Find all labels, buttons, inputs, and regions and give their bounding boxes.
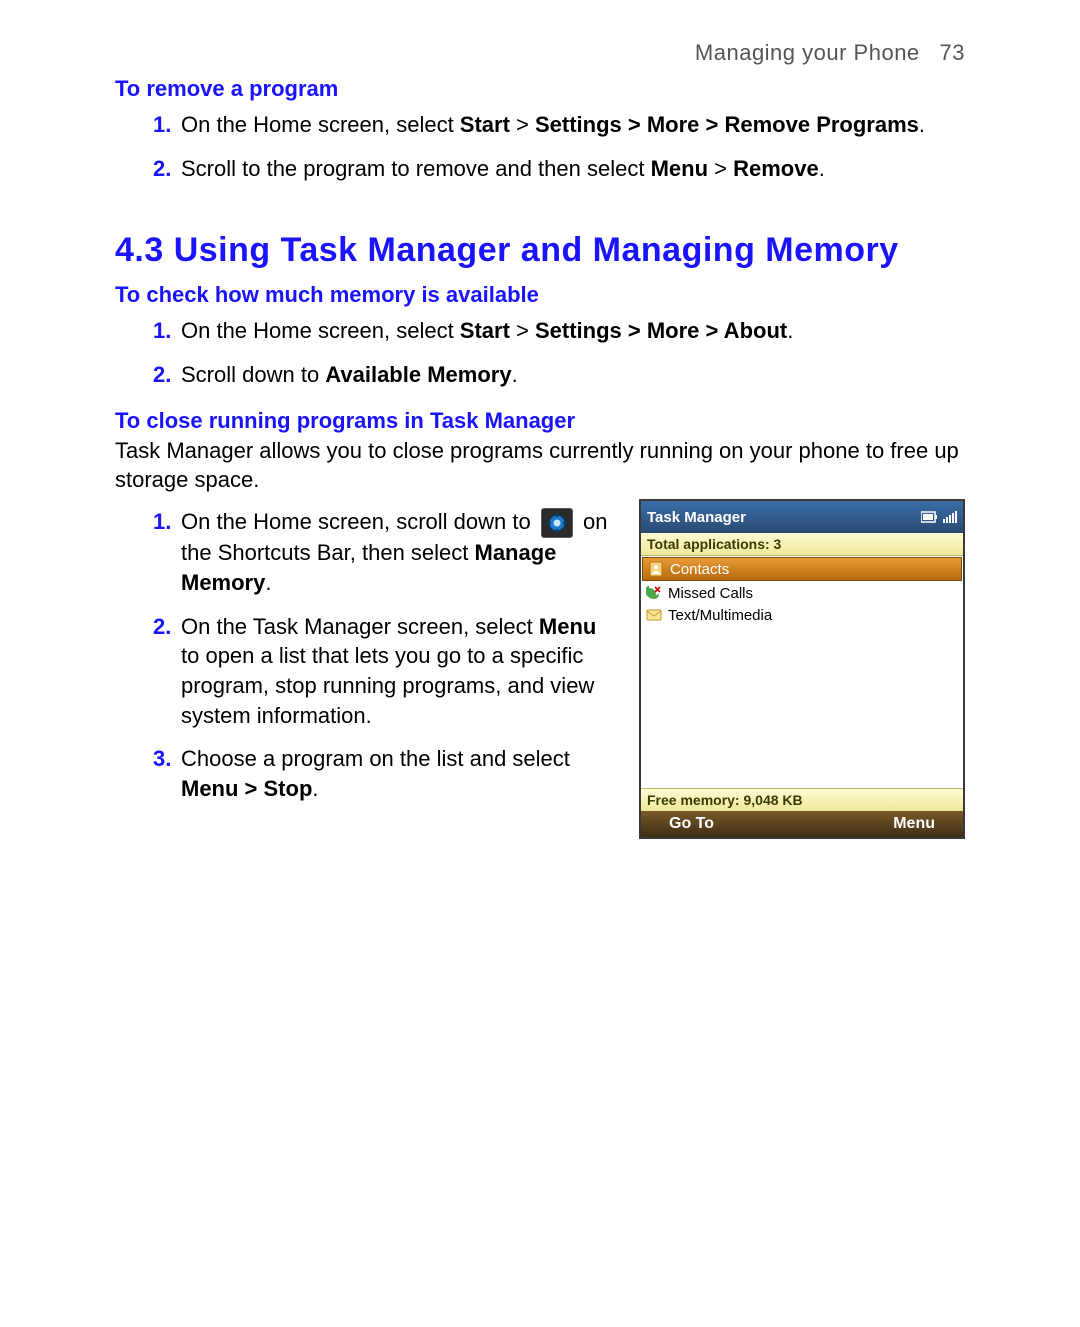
list-item: 3. Choose a program on the list and sele… <box>153 744 617 803</box>
missed-calls-icon <box>645 584 663 602</box>
step-number: 2. <box>153 154 181 184</box>
steps-remove-program: 1. On the Home screen, select Start > Se… <box>115 110 965 183</box>
subheading-remove-program: To remove a program <box>115 76 965 102</box>
phone-app-list: Contacts Missed Calls Text/Multimedia <box>641 556 963 788</box>
battery-icon <box>921 511 939 523</box>
phone-title-bar: Task Manager <box>641 501 963 533</box>
message-icon <box>645 606 663 624</box>
step-text: On the Home screen, scroll down to on th… <box>181 507 617 598</box>
step-number: 2. <box>153 360 181 390</box>
page-number: 73 <box>940 40 965 65</box>
heading-4-3: 4.3 Using Task Manager and Managing Memo… <box>115 231 965 270</box>
steps-close-programs: 1. On the Home screen, scroll down to <box>115 499 617 822</box>
phone-softkey-right[interactable]: Menu <box>893 815 935 833</box>
steps-check-memory: 1. On the Home screen, select Start > Se… <box>115 316 965 389</box>
phone-total-apps: Total applications: 3 <box>641 533 963 556</box>
phone-softkeys: Go To Menu <box>641 811 963 837</box>
subheading-check-memory: To check how much memory is available <box>115 282 965 308</box>
phone-title-text: Task Manager <box>647 509 746 526</box>
step-text: On the Task Manager screen, select Menu … <box>181 612 617 731</box>
screenshot-task-manager: Task Manager Total applications: 3 Conta… <box>639 499 965 839</box>
phone-status-icons <box>921 511 957 523</box>
paragraph-explain: Task Manager allows you to close program… <box>115 436 965 495</box>
phone-softkey-left[interactable]: Go To <box>669 815 714 833</box>
phone-app-item-selected[interactable]: Contacts <box>642 557 962 581</box>
step-number: 1. <box>153 316 181 346</box>
phone-app-item[interactable]: Text/Multimedia <box>641 604 963 626</box>
list-item: 1. On the Home screen, select Start > Se… <box>153 110 965 140</box>
step-text: On the Home screen, select Start > Setti… <box>181 110 965 140</box>
step-number: 2. <box>153 612 181 642</box>
step-text: Choose a program on the list and select … <box>181 744 617 803</box>
step-text: Scroll to the program to remove and then… <box>181 154 965 184</box>
step-number: 3. <box>153 744 181 774</box>
phone-app-label: Missed Calls <box>668 585 753 602</box>
step-text: On the Home screen, select Start > Setti… <box>181 316 965 346</box>
step-text: Scroll down to Available Memory. <box>181 360 965 390</box>
phone-app-item[interactable]: Missed Calls <box>641 582 963 604</box>
list-item: 1. On the Home screen, scroll down to <box>153 507 617 598</box>
list-item: 2. On the Task Manager screen, select Me… <box>153 612 617 731</box>
layout-row: 1. On the Home screen, scroll down to <box>115 499 965 839</box>
signal-icon <box>943 511 957 523</box>
subheading-close-programs: To close running programs in Task Manage… <box>115 408 965 434</box>
phone-free-memory: Free memory: 9,048 KB <box>641 788 963 811</box>
list-item: 2. Scroll to the program to remove and t… <box>153 154 965 184</box>
phone-app-label: Text/Multimedia <box>668 607 772 624</box>
step-number: 1. <box>153 507 181 537</box>
contacts-icon <box>647 560 665 578</box>
gear-icon <box>541 508 573 538</box>
running-header: Managing your Phone 73 <box>115 40 965 66</box>
step-number: 1. <box>153 110 181 140</box>
section-name: Managing your Phone <box>695 40 920 65</box>
list-item: 2. Scroll down to Available Memory. <box>153 360 965 390</box>
list-item: 1. On the Home screen, select Start > Se… <box>153 316 965 346</box>
phone-app-label: Contacts <box>670 561 729 578</box>
